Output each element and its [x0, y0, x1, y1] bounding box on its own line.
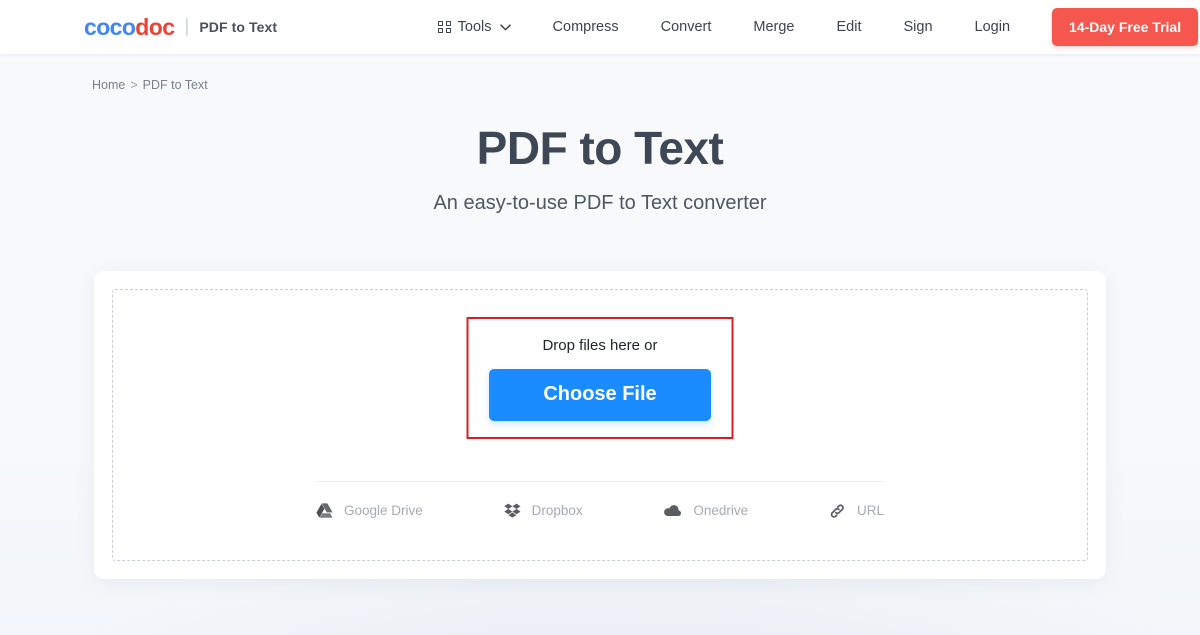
nav-item-edit[interactable]: Edit: [837, 13, 862, 41]
logo-text-doc: doc: [135, 13, 175, 40]
service-dropbox[interactable]: Dropbox: [503, 503, 583, 519]
brand-separator: |: [184, 15, 190, 37]
nav-item-edit-label: Edit: [836, 19, 862, 35]
service-url-label: URL: [856, 503, 884, 519]
page-root: cocodoc | PDF to Text Tools Compress Con…: [0, 0, 1200, 579]
service-url[interactable]: URL: [829, 503, 884, 519]
choose-file-button[interactable]: Choose File: [489, 368, 711, 421]
breadcrumb-separator: >: [130, 78, 138, 92]
dropbox-icon: [503, 503, 521, 518]
service-onedrive-label: Onedrive: [693, 503, 749, 519]
product-name: PDF to Text: [199, 19, 278, 35]
brand[interactable]: cocodoc | PDF to Text: [84, 13, 278, 40]
nav-item-login-label: Login: [974, 19, 1011, 35]
google-drive-icon: [316, 503, 333, 519]
free-trial-button[interactable]: 14-Day Free Trial: [1052, 8, 1199, 46]
nav-item-merge-label: Merge: [753, 19, 795, 35]
onedrive-icon: [663, 504, 682, 517]
nav-item-merge[interactable]: Merge: [753, 13, 794, 41]
upload-card: Drop files here or Choose File Google Dr…: [94, 270, 1106, 579]
nav-item-login[interactable]: Login: [975, 13, 1010, 41]
main-nav: Tools Compress Convert Merge Edit Sign L…: [438, 8, 1199, 46]
site-header: cocodoc | PDF to Text Tools Compress Con…: [0, 0, 1200, 54]
link-icon: [829, 503, 846, 519]
dropzone[interactable]: Drop files here or Choose File Google Dr…: [112, 288, 1088, 561]
cloud-services-row: Google Drive Dropbox Onedrive URL: [316, 503, 884, 519]
drop-files-label: Drop files here or: [542, 336, 658, 354]
logo-text-coco: coco: [84, 13, 136, 40]
nav-item-compress[interactable]: Compress: [553, 13, 619, 41]
service-google-drive-label: Google Drive: [344, 503, 423, 519]
page-subtitle: An easy-to-use PDF to Text converter: [433, 191, 767, 214]
grid-icon: [438, 20, 451, 34]
nav-item-tools-label: Tools: [457, 19, 492, 35]
breadcrumb-home[interactable]: Home: [92, 78, 125, 92]
cocodoc-logo[interactable]: cocodoc: [84, 13, 175, 40]
breadcrumb: Home > PDF to Text: [92, 78, 1200, 92]
nav-item-compress-label: Compress: [552, 19, 619, 35]
chevron-down-icon: [499, 19, 511, 35]
nav-item-convert-label: Convert: [660, 19, 712, 35]
hero-section: PDF to Text An easy-to-use PDF to Text c…: [0, 122, 1200, 215]
nav-item-sign-label: Sign: [903, 19, 933, 35]
service-google-drive[interactable]: Google Drive: [316, 503, 423, 518]
page-title: PDF to Text: [476, 122, 724, 174]
breadcrumb-current: PDF to Text: [142, 78, 208, 92]
nav-item-sign[interactable]: Sign: [904, 13, 933, 41]
divider: [316, 480, 884, 482]
service-dropbox-label: Dropbox: [531, 503, 583, 519]
nav-item-convert[interactable]: Convert: [661, 13, 712, 41]
nav-item-tools[interactable]: Tools: [438, 13, 511, 41]
service-onedrive[interactable]: Onedrive: [663, 503, 748, 518]
